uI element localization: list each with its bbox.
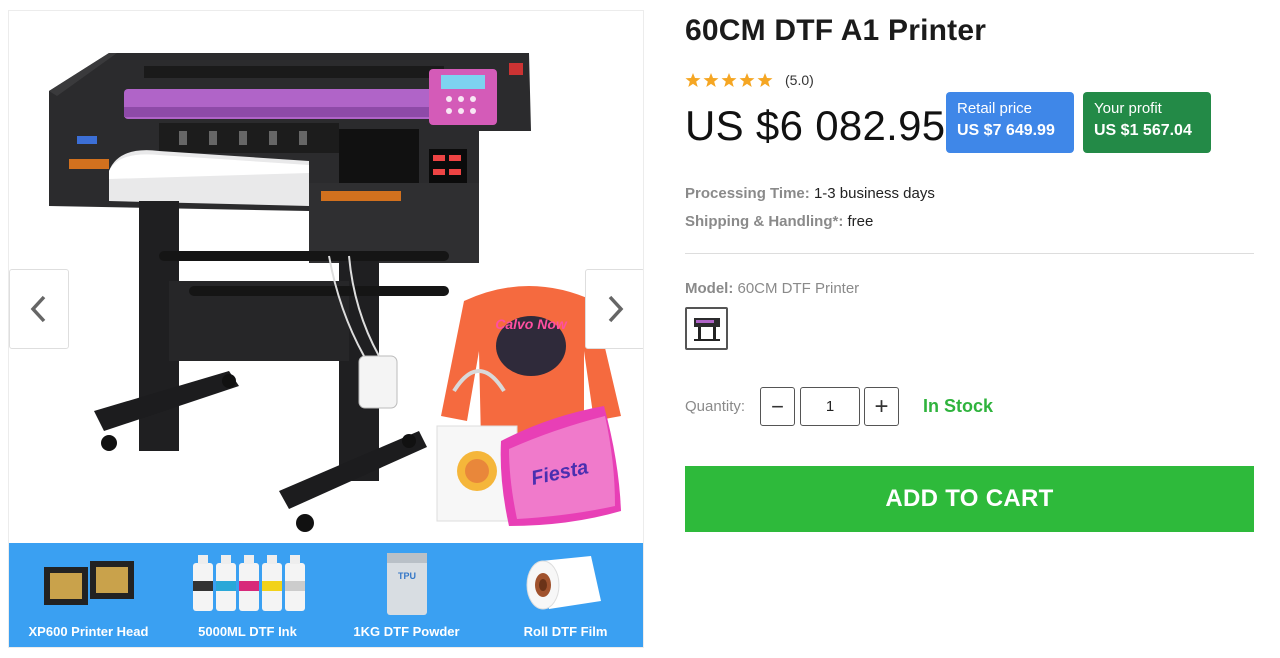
processing-time-label: Processing Time: [685,185,810,202]
model-option-thumbnail[interactable] [685,307,728,350]
accessory-label: Roll DTF Film [523,624,608,639]
profit-label: Your profit [1094,100,1162,117]
add-to-cart-button[interactable]: ADD TO CART [685,466,1254,532]
minus-icon: − [771,393,784,419]
shipping-handling: Shipping & Handling*: free [685,213,873,230]
retail-price-badge: Retail price US $7 649.99 [946,92,1074,153]
gallery-prev-button[interactable] [9,269,69,349]
processing-time: Processing Time: 1-3 business days [685,185,935,202]
plus-icon: + [874,392,889,420]
processing-time-value: 1-3 business days [809,185,935,202]
profit-badge: Your profit US $1 567.04 [1083,92,1211,153]
retail-price-label: Retail price [957,100,1033,117]
product-price: US $6 082.95 [685,102,946,149]
accessory-label: 1KG DTF Powder [353,624,460,639]
powder-bag-icon: TPU [386,553,427,615]
rating-stars [685,72,775,88]
chevron-left-icon [30,295,46,323]
shipping-value: free [843,213,874,230]
retail-price-value: US $7 649.99 [957,122,1055,139]
divider [685,253,1254,254]
stock-status: In Stock [923,396,994,416]
rating-score: (5.0) [785,72,814,88]
accessory-printer-head: XP600 Printer Head [9,543,168,647]
ink-bottles-icon [192,555,305,611]
quantity-increase-button[interactable]: + [864,387,899,426]
quantity-decrease-button[interactable]: − [760,387,795,426]
profit-value: US $1 567.04 [1094,122,1192,139]
film-roll-icon [526,556,601,610]
accessory-powder: TPU 1KG DTF Powder [327,543,486,647]
quantity-label: Quantity: [685,398,746,415]
quantity-input[interactable] [800,387,860,426]
accessories-strip: XP600 Printer Head 5000ML DTF Ink TPU 1K… [9,543,643,647]
printer-thumbnail-icon [693,317,720,341]
accessory-label: XP600 Printer Head [28,624,149,639]
shipping-label: Shipping & Handling*: [685,213,844,230]
printer-head-icon [43,561,134,605]
gallery-next-button[interactable] [585,269,643,349]
accessory-ink: 5000ML DTF Ink [168,543,327,647]
product-gallery: Calvo Now Fiesta XP600 Printer Head 5000… [8,10,644,648]
model-selector-label: Model: 60CM DTF Printer [685,280,859,297]
sweater-print-text: Calvo Now [495,316,568,332]
model-value: 60CM DTF Printer [733,280,860,297]
accessory-label: 5000ML DTF Ink [198,624,297,639]
model-label: Model: [685,280,734,297]
printer-illustration: Calvo Now Fiesta [49,53,621,532]
powder-bag-text: TPU [398,571,416,581]
product-main-image[interactable]: Calvo Now Fiesta [9,11,643,543]
star-icons [685,73,773,87]
chevron-right-icon [608,295,624,323]
accessory-film: Roll DTF Film [486,543,643,647]
product-rating[interactable]: (5.0) [685,72,814,88]
product-title: 60CM DTF A1 Printer [685,14,987,47]
